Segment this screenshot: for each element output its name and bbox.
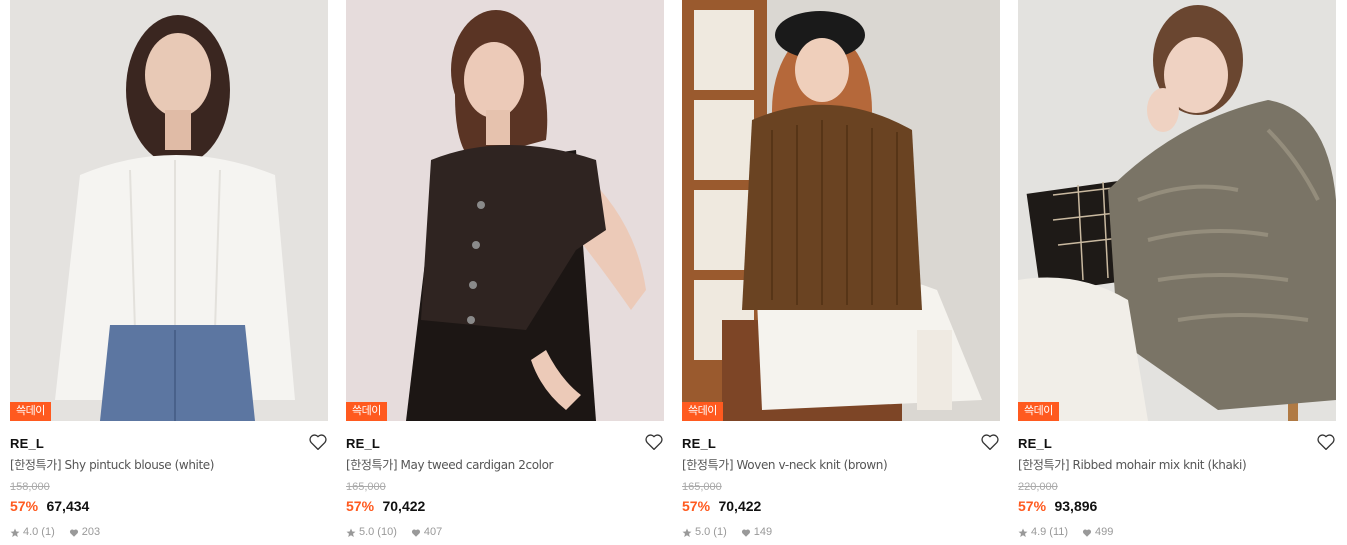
product-photo [682, 0, 1000, 421]
rating-value: 5.0 [359, 526, 375, 538]
product-meta: 4.0 (1) 203 [10, 526, 328, 539]
product-meta: 5.0 (1) 149 [682, 526, 1000, 539]
heart-filled-icon [741, 528, 750, 537]
star-icon [682, 528, 692, 537]
brand-name[interactable]: RE_L [1018, 436, 1052, 452]
sale-price: 93,896 [1054, 498, 1098, 514]
heart-filled-icon [1082, 528, 1092, 537]
original-price: 165,000 [682, 481, 722, 493]
star-icon [1018, 528, 1028, 537]
rating-value: 4.0 [23, 526, 39, 538]
star-icon [346, 528, 356, 537]
heart-filled-icon [69, 528, 78, 537]
product-title[interactable]: [한정특가] Shy pintuck blouse (white) [10, 457, 328, 473]
product-grid: 쓱데이 RE_L [한정특가] Shy pintuck blouse (whit… [0, 0, 1347, 545]
review-count: (1) [713, 526, 727, 538]
product-title[interactable]: [한정특가] Woven v-neck knit (brown) [682, 457, 1000, 473]
product-title[interactable]: [한정특가] Ribbed mohair mix knit (khaki) [1018, 457, 1336, 473]
product-title[interactable]: [한정특가] May tweed cardigan 2color [346, 457, 664, 473]
like-count: 149 [753, 526, 773, 538]
product-card[interactable]: 쓱데이 RE_L [한정특가] May tweed cardigan 2colo… [346, 0, 664, 545]
review-count: (1) [41, 526, 55, 538]
original-price: 158,000 [10, 481, 50, 493]
discount-rate: 57% [346, 498, 375, 514]
heart-filled-icon [411, 528, 420, 537]
heart-outline-icon[interactable] [980, 433, 1000, 451]
original-price: 165,000 [346, 481, 386, 493]
star-icon [10, 528, 20, 537]
discount-rate: 57% [1018, 498, 1047, 514]
sale-price: 70,422 [382, 498, 426, 514]
product-image[interactable]: 쓱데이 [1018, 0, 1336, 421]
review-count: (10) [377, 526, 397, 538]
promo-badge: 쓱데이 [10, 402, 51, 421]
product-meta: 5.0 (10) 407 [346, 526, 664, 539]
heart-outline-icon[interactable] [644, 433, 664, 451]
brand-name[interactable]: RE_L [682, 436, 716, 452]
product-meta: 4.9 (11) 499 [1018, 526, 1336, 539]
sale-price: 70,422 [718, 498, 762, 514]
product-card[interactable]: 쓱데이 RE_L [한정특가] Woven v-neck knit (brown… [682, 0, 1000, 545]
product-image[interactable]: 쓱데이 [346, 0, 664, 421]
like-count: 499 [1095, 526, 1114, 538]
product-image[interactable]: 쓱데이 [10, 0, 328, 421]
discount-rate: 57% [682, 498, 711, 514]
promo-badge: 쓱데이 [346, 402, 387, 421]
original-price: 220,000 [1018, 481, 1058, 493]
like-count: 203 [81, 526, 101, 538]
product-card[interactable]: 쓱데이 RE_L [한정특가] Shy pintuck blouse (whit… [10, 0, 328, 545]
brand-name[interactable]: RE_L [346, 436, 380, 452]
promo-badge: 쓱데이 [1018, 402, 1059, 421]
review-count: (11) [1049, 526, 1069, 538]
like-count: 407 [423, 526, 443, 538]
promo-badge: 쓱데이 [682, 402, 723, 421]
heart-outline-icon[interactable] [308, 433, 328, 451]
rating-value: 5.0 [695, 526, 711, 538]
product-photo [346, 0, 664, 421]
rating-value: 4.9 [1031, 526, 1047, 538]
product-image[interactable]: 쓱데이 [682, 0, 1000, 421]
product-photo [1018, 0, 1336, 421]
brand-name[interactable]: RE_L [10, 436, 44, 452]
heart-outline-icon[interactable] [1316, 433, 1336, 451]
sale-price: 67,434 [46, 498, 90, 514]
discount-rate: 57% [10, 498, 39, 514]
product-card[interactable]: 쓱데이 RE_L [한정특가] Ribbed mohair mix knit (… [1018, 0, 1336, 545]
product-photo [10, 0, 328, 421]
